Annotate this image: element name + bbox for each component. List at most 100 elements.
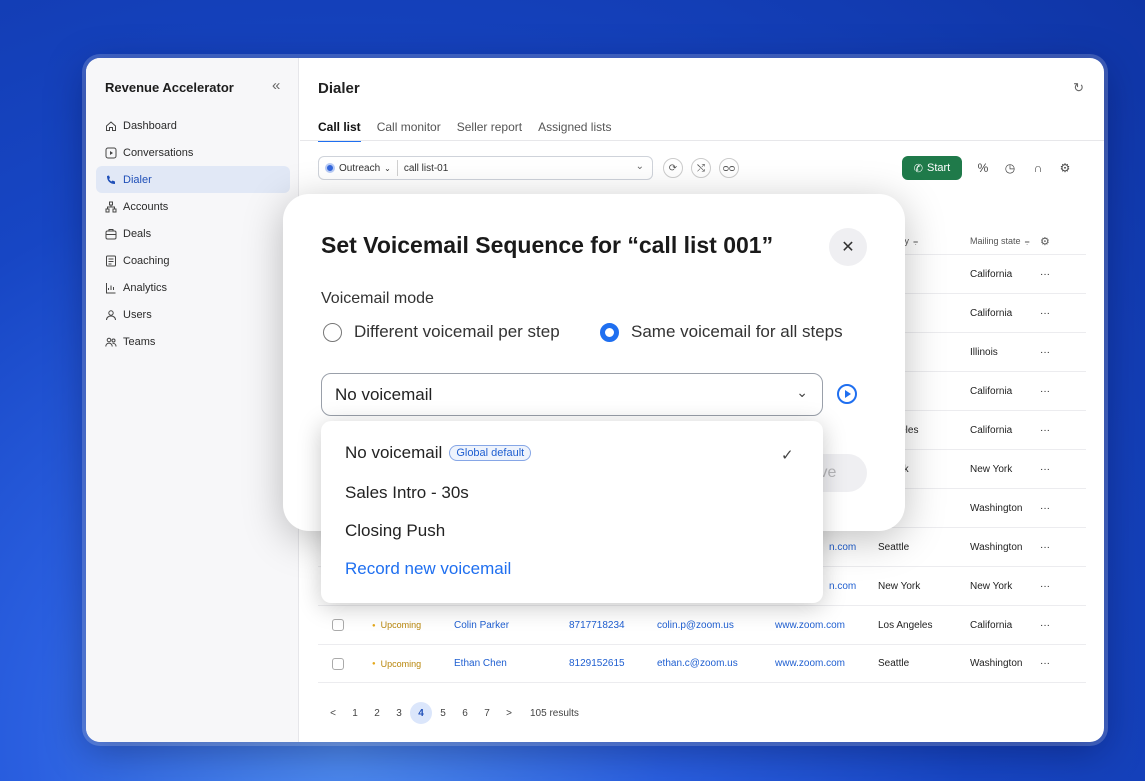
headset-icon[interactable]: ∩: [1028, 158, 1048, 178]
filter-icon: ⩦: [913, 235, 919, 246]
sidebar: Revenue Accelerator « Dashboard Conversa…: [86, 58, 299, 742]
cell-state: New York: [970, 463, 1013, 475]
tab-seller-report[interactable]: Seller report: [457, 120, 522, 142]
team-icon: [105, 336, 117, 348]
checkmark-icon: ✓: [781, 447, 794, 464]
cell-state: California: [970, 619, 1013, 631]
radio-same-for-all[interactable]: Same voicemail for all steps: [600, 322, 843, 342]
status-badge: Upcoming: [372, 659, 422, 669]
sidebar-item-label: Teams: [123, 335, 156, 348]
chevron-down-icon: ⌄: [635, 161, 644, 172]
more-icon[interactable]: ···: [1040, 658, 1050, 669]
close-icon[interactable]: ✕: [829, 228, 867, 266]
sidebar-item-analytics[interactable]: Analytics: [96, 274, 290, 301]
page-button-current[interactable]: 4: [410, 702, 432, 724]
page-button[interactable]: 5: [432, 702, 454, 724]
table-row[interactable]: Upcoming Colin Parker 8717718234 colin.p…: [318, 605, 1086, 644]
refresh-icon[interactable]: ↻: [1073, 80, 1084, 96]
collapse-sidebar-icon[interactable]: «: [272, 77, 280, 94]
org-icon: [105, 201, 117, 213]
tab-assigned-lists[interactable]: Assigned lists: [538, 120, 611, 142]
cell-email[interactable]: colin.p@zoom.us: [657, 620, 734, 631]
phone-off-icon[interactable]: %: [973, 158, 993, 178]
row-checkbox[interactable]: [332, 619, 344, 631]
start-label: Start: [926, 162, 951, 174]
option-no-voicemail[interactable]: No voicemail Global default: [345, 443, 532, 463]
option-closing-push[interactable]: Closing Push: [345, 521, 445, 541]
more-icon[interactable]: ···: [1040, 620, 1050, 631]
settings-icon[interactable]: ⚙: [1055, 158, 1075, 178]
source-label: Outreach: [339, 162, 381, 174]
more-icon[interactable]: ···: [1040, 269, 1050, 280]
row-checkbox[interactable]: [332, 657, 344, 670]
tab-call-list[interactable]: Call list: [318, 120, 361, 142]
cell-state: Washington: [970, 658, 1023, 669]
sidebar-item-users[interactable]: Users: [96, 301, 290, 328]
cell-city: Los Angeles: [878, 619, 933, 631]
table-row[interactable]: Upcoming Ethan Chen 8129152615 ethan.c@z…: [318, 644, 1086, 683]
more-icon[interactable]: ···: [1040, 425, 1050, 436]
cell-phone[interactable]: 8717718234: [569, 620, 625, 631]
page-button[interactable]: 2: [366, 702, 388, 724]
more-icon[interactable]: ···: [1040, 386, 1050, 397]
sidebar-item-dialer[interactable]: Dialer: [96, 166, 290, 193]
cell-name[interactable]: Colin Parker: [454, 620, 509, 631]
column-settings-icon[interactable]: ⚙: [1040, 228, 1050, 254]
record-new-voicemail-link[interactable]: Record new voicemail: [345, 559, 511, 579]
cell-phone[interactable]: 8129152615: [569, 658, 625, 669]
call-list-selector[interactable]: Outreach ⌄ call list-01 ⌄: [318, 156, 653, 180]
cell-state: Washington: [970, 502, 1023, 514]
sidebar-nav: Dashboard Conversations Dialer Accounts …: [96, 112, 290, 355]
cell-name[interactable]: Ethan Chen: [454, 658, 507, 669]
pagination: < 1 2 3 4 5 6 7 > 105 results: [322, 702, 579, 724]
sidebar-item-coaching[interactable]: Coaching: [96, 247, 290, 274]
option-label: No voicemail: [345, 443, 443, 462]
sidebar-item-accounts[interactable]: Accounts: [96, 193, 290, 220]
page-button[interactable]: 7: [476, 702, 498, 724]
cell-state: California: [970, 385, 1013, 397]
more-icon[interactable]: ···: [1040, 347, 1050, 358]
outreach-logo-icon: [325, 163, 335, 173]
sidebar-item-deals[interactable]: Deals: [96, 220, 290, 247]
sync-icon[interactable]: ⟳: [663, 158, 683, 178]
sidebar-item-dashboard[interactable]: Dashboard: [96, 112, 290, 139]
cell-website[interactable]: n.com: [829, 581, 856, 592]
tab-call-monitor[interactable]: Call monitor: [377, 120, 441, 142]
prev-page-button[interactable]: <: [322, 702, 344, 724]
shuffle-icon[interactable]: ⤭: [691, 158, 711, 178]
more-icon[interactable]: ···: [1040, 503, 1050, 514]
voicemail-icon[interactable]: ᴑᴑ: [719, 158, 739, 178]
page-button[interactable]: 3: [388, 702, 410, 724]
cell-city: Seattle: [878, 541, 910, 553]
page-title: Dialer: [318, 80, 360, 97]
page-button[interactable]: 6: [454, 702, 476, 724]
cell-state: Illinois: [970, 346, 998, 358]
start-button[interactable]: ✆ Start: [902, 156, 962, 180]
column-header-state[interactable]: Mailing state ⩦: [970, 228, 1030, 254]
more-icon[interactable]: ···: [1040, 308, 1050, 319]
analytics-icon: [105, 282, 117, 294]
option-sales-intro[interactable]: Sales Intro - 30s: [345, 483, 469, 503]
cell-website[interactable]: www.zoom.com: [775, 658, 845, 669]
voicemail-select[interactable]: No voicemail ⌄: [321, 373, 823, 416]
history-icon[interactable]: ◷: [1000, 158, 1020, 178]
tab-bar: Call list Call monitor Seller report Ass…: [318, 120, 611, 142]
status-badge: Upcoming: [372, 620, 422, 630]
more-icon[interactable]: ···: [1040, 464, 1050, 475]
more-icon[interactable]: ···: [1040, 542, 1050, 553]
sidebar-item-teams[interactable]: Teams: [96, 328, 290, 355]
cell-website[interactable]: www.zoom.com: [775, 620, 845, 631]
more-icon[interactable]: ···: [1040, 581, 1050, 592]
cell-website[interactable]: n.com: [829, 542, 856, 553]
global-default-badge: Global default: [449, 445, 532, 461]
page-button[interactable]: 1: [344, 702, 366, 724]
radio-different-per-step[interactable]: Different voicemail per step: [323, 322, 560, 342]
sidebar-item-label: Dashboard: [123, 119, 177, 132]
next-page-button[interactable]: >: [498, 702, 520, 724]
deal-icon: [105, 228, 117, 240]
sidebar-item-conversations[interactable]: Conversations: [96, 139, 290, 166]
play-preview-icon[interactable]: [837, 384, 857, 404]
divider: [396, 160, 398, 176]
cell-email[interactable]: ethan.c@zoom.us: [657, 658, 738, 669]
results-count: 105 results: [530, 707, 579, 719]
